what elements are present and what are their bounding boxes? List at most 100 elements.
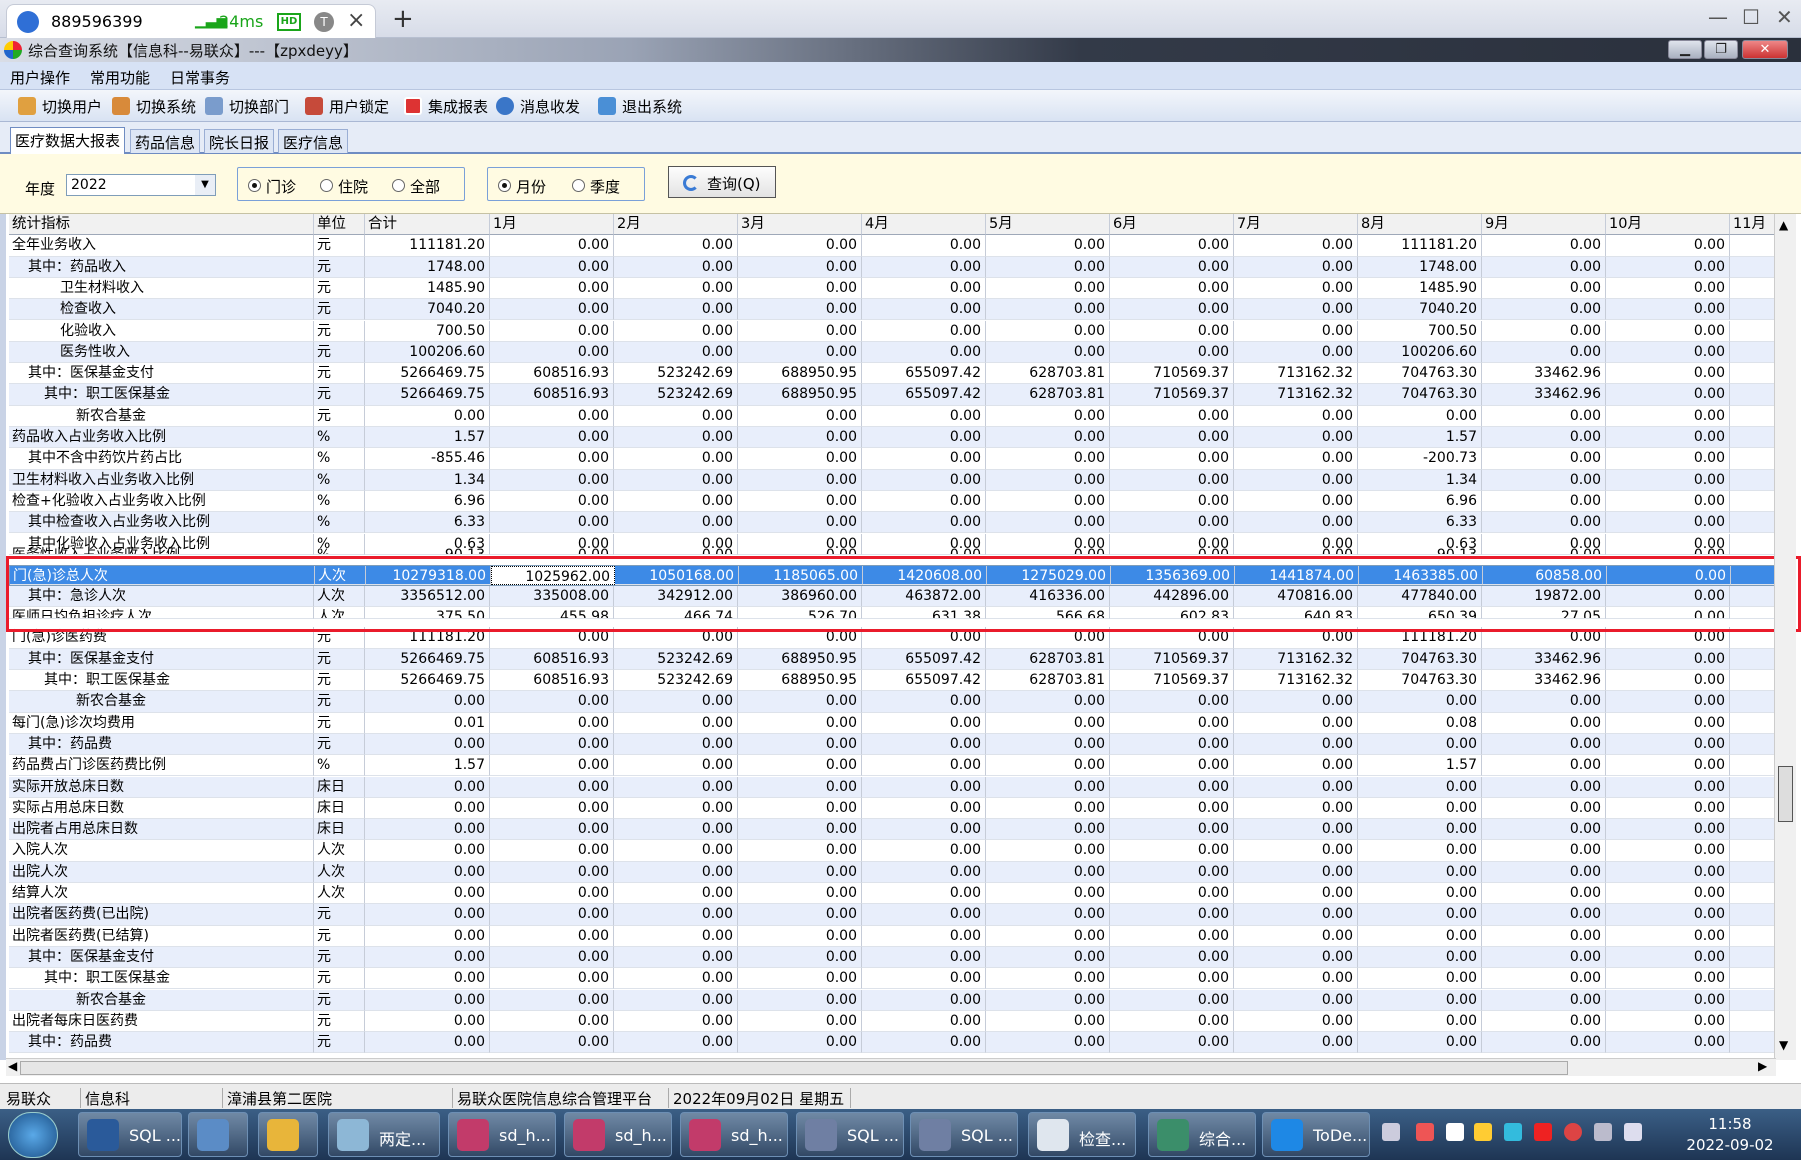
- menu-user-ops[interactable]: 用户操作: [10, 67, 70, 88]
- radio-outpatient[interactable]: 门诊: [248, 176, 296, 197]
- table-row[interactable]: 每门(急)诊次均费用元 0.01 0.00 0.00 0.00 0.00 0.00 0.00 0…: [9, 712, 1779, 734]
- app-restore-button[interactable]: ❐: [1704, 40, 1738, 59]
- tray-app-icon[interactable]: [1416, 1123, 1434, 1141]
- tab-director-daily[interactable]: 院长日报: [204, 129, 275, 153]
- table-row[interactable]: 结算人次 人次 0.00 0.00 0.00 0.00 0.00 0.00 0.00 0.00 0.…: [9, 883, 1779, 905]
- table-row[interactable]: 新农合基金元 0.00 0.00 0.00 0.00 0.00 0.00 0.00 0.00 0.…: [9, 691, 1779, 713]
- year-select[interactable]: 2022 ▼: [66, 174, 216, 196]
- sql-task-2[interactable]: SQL ...: [796, 1112, 904, 1157]
- table-row[interactable]: 药品收入占业务收入比例% 1.57 0.00 0.00 0.00 0.00 0.00 0.00…: [9, 427, 1779, 449]
- table-row[interactable]: 其中：药品收入元 1748.00 0.00 0.00 0.00 0.00 0.00 0.00 0…: [9, 256, 1779, 278]
- query-button[interactable]: 查询(Q): [668, 166, 776, 198]
- scroll-down-icon[interactable]: ▼: [1779, 1038, 1788, 1052]
- table-row[interactable]: 其中不含中药饮片药占比% -855.46 0.00 0.00 0.00 0.00 0.00 0…: [9, 448, 1779, 470]
- two-task[interactable]: 两定...: [328, 1112, 440, 1157]
- table-row[interactable]: 新农合基金元 0.00 0.00 0.00 0.00 0.00 0.00 0.00 0.00 0.…: [9, 989, 1779, 1011]
- tab-medical-info[interactable]: 医疗信息: [278, 129, 349, 153]
- scroll-up-icon[interactable]: ▲: [1779, 218, 1788, 232]
- keyboard-icon[interactable]: [1382, 1123, 1400, 1141]
- table-row[interactable]: 其中：职工医保基金元 0.00 0.00 0.00 0.00 0.00 0.00 0.00 0.…: [9, 968, 1779, 990]
- table-row[interactable]: 检查+化验收入占业务收入比例% 6.96 0.00 0.00 0.00 0.00 0.00 0…: [9, 490, 1779, 513]
- chrome-task[interactable]: 检查...: [1028, 1112, 1136, 1157]
- messages-button[interactable]: 消息收发: [496, 96, 580, 118]
- maximize-icon[interactable]: ☐: [1742, 5, 1760, 29]
- table-row[interactable]: 医师日均负担诊疗人次 人次 375.50 455.98 466.74 526.70 631.…: [9, 607, 1779, 620]
- table-row[interactable]: 实际占用总床日数 床日 0.00 0.00 0.00 0.00 0.00 0.00 0.00 0.…: [9, 797, 1779, 820]
- record-icon[interactable]: [1564, 1123, 1582, 1141]
- scroll-thumb[interactable]: [1778, 766, 1793, 822]
- row-value: 0.00: [738, 968, 862, 990]
- table-row[interactable]: 新农合基金元 0.00 0.00 0.00 0.00 0.00 0.00 0.00 0.00 0.…: [9, 405, 1779, 427]
- tab-drug-info[interactable]: 药品信息: [130, 129, 201, 153]
- menu-daily[interactable]: 日常事务: [170, 67, 230, 88]
- radio-month[interactable]: 月份: [498, 176, 546, 197]
- vertical-scrollbar[interactable]: ▲ ▼: [1774, 214, 1796, 1060]
- table-row[interactable]: 其中：药品费元 0.00 0.00 0.00 0.00 0.00 0.00 0.00 0.00 0…: [9, 733, 1779, 756]
- table-row[interactable]: 门(急)诊总人次 人次 10279318.00 1025962.00 1050168.0…: [9, 564, 1780, 587]
- table-row[interactable]: 卫生材料收入元 1485.90 0.00 0.00 0.00 0.00 0.00 0.00 0.…: [9, 277, 1779, 300]
- switch-dept-button[interactable]: 切换部门: [205, 96, 289, 118]
- table-row[interactable]: 医务性收入占业务收入比例% 90.13 0.00 0.00 0.00 0.00 0.00 0.…: [9, 544, 1779, 555]
- table-row[interactable]: 实际开放总床日数 床日 0.00 0.00 0.00 0.00 0.00 0.00 0.00 0.…: [9, 776, 1779, 798]
- table-row[interactable]: 全年业务收入元 111181.20 0.00 0.00 0.00 0.00 0.00 0.00…: [9, 235, 1779, 257]
- menu-common[interactable]: 常用功能: [90, 67, 150, 88]
- table-row[interactable]: 其中：药品费元 0.00 0.00 0.00 0.00 0.00 0.00 0.00 0.00 0…: [9, 1032, 1779, 1054]
- radio-all[interactable]: 全部: [392, 176, 440, 197]
- app-close-button[interactable]: ✕: [1742, 40, 1788, 59]
- cloud-icon[interactable]: [1504, 1123, 1522, 1141]
- sd-task-3[interactable]: sd_h...: [680, 1112, 788, 1157]
- radio-quarter[interactable]: 季度: [572, 176, 620, 197]
- shield-icon[interactable]: [1474, 1123, 1492, 1141]
- volume-icon[interactable]: [1624, 1123, 1642, 1141]
- tab-medical-report[interactable]: 医疗数据大报表: [10, 127, 126, 154]
- horizontal-scrollbar[interactable]: ◀ ▶: [6, 1058, 1776, 1076]
- close-tab-icon[interactable]: ×: [347, 8, 365, 33]
- table-row[interactable]: 门(急)诊医药费元 111181.20 0.00 0.00 0.00 0.00 0.00 0.…: [9, 627, 1779, 649]
- table-row[interactable]: 出院者占用总床日数 床日 0.00 0.00 0.00 0.00 0.00 0.00 0.00 0…: [9, 819, 1779, 841]
- hscroll-thumb[interactable]: [20, 1061, 1568, 1075]
- table-row[interactable]: 其中：职工医保基金元 5266469.75 608516.93 523242.69 68…: [9, 384, 1779, 406]
- table-row[interactable]: 化验收入元 700.50 0.00 0.00 0.00 0.00 0.00 0.00 0.00 7…: [9, 320, 1779, 342]
- sql-task[interactable]: SQL ...: [78, 1112, 182, 1157]
- row-value: 0.00: [1110, 755, 1234, 777]
- session-tab[interactable]: 889596399 ▁▃▅ 24ms HD T ×: [6, 4, 376, 38]
- table-row[interactable]: 检查收入元 7040.20 0.00 0.00 0.00 0.00 0.00 0.00 0.00…: [9, 299, 1779, 321]
- sd-task-1[interactable]: sd_h...: [448, 1112, 556, 1157]
- table-row[interactable]: 出院人次 人次 0.00 0.00 0.00 0.00 0.00 0.00 0.00 0.00 0.…: [9, 861, 1779, 883]
- report-button[interactable]: 集成报表: [404, 96, 488, 118]
- lock-user-button[interactable]: 用户锁定: [305, 96, 389, 118]
- radio-inpatient[interactable]: 住院: [320, 176, 368, 197]
- app-minimize-button[interactable]: ▁: [1668, 40, 1702, 59]
- table-row[interactable]: 医务性收入元 100206.60 0.00 0.00 0.00 0.00 0.00 0.00 0…: [9, 341, 1779, 364]
- table-row[interactable]: 出院者医药费(已结算) 元 0.00 0.00 0.00 0.00 0.00 0.00 0.00…: [9, 925, 1779, 947]
- remote-task[interactable]: [188, 1112, 248, 1157]
- start-button[interactable]: [8, 1112, 58, 1158]
- new-tab-icon[interactable]: +: [392, 4, 414, 34]
- table-row[interactable]: 出院者每床日医药费元 0.00 0.00 0.00 0.00 0.00 0.00 0.00 0.…: [9, 1010, 1779, 1033]
- input-icon[interactable]: [1446, 1123, 1464, 1141]
- table-row[interactable]: 卫生材料收入占业务收入比例% 1.34 0.00 0.00 0.00 0.00 0.00 0.…: [9, 469, 1779, 491]
- switch-user-button[interactable]: 切换用户: [18, 96, 102, 118]
- switch-system-button[interactable]: 切换系统: [112, 96, 196, 118]
- arrow-icon[interactable]: [1534, 1123, 1552, 1141]
- scroll-left-icon[interactable]: ◀: [8, 1059, 17, 1073]
- table-row[interactable]: 其中检查收入占业务收入比例% 6.33 0.00 0.00 0.00 0.00 0.00 0.…: [9, 512, 1779, 534]
- exit-button[interactable]: 退出系统: [598, 96, 682, 118]
- sd-task-2[interactable]: sd_h...: [564, 1112, 672, 1157]
- network-icon[interactable]: [1594, 1123, 1612, 1141]
- table-row[interactable]: 其中：职工医保基金元 5266469.75 608516.93 523242.69 68…: [9, 670, 1779, 692]
- table-row[interactable]: 其中：医保基金支付元 5266469.75 608516.93 523242.69 68…: [9, 363, 1779, 385]
- table-row[interactable]: 药品费占门诊医药费比例% 1.57 0.00 0.00 0.00 0.00 0.00 0.00…: [9, 755, 1779, 777]
- scroll-right-icon[interactable]: ▶: [1758, 1059, 1767, 1073]
- todesk-task[interactable]: ToDe...: [1262, 1112, 1370, 1157]
- table-row[interactable]: 其中：医保基金支付元 5266469.75 608516.93 523242.69 68…: [9, 648, 1779, 670]
- table-row[interactable]: 其中：急诊人次 人次 3356512.00 335008.00 342912.00 386…: [9, 586, 1779, 608]
- close-icon[interactable]: ✕: [1776, 5, 1793, 29]
- sql-file-task[interactable]: [258, 1112, 318, 1157]
- table-row[interactable]: 入院人次 人次 0.00 0.00 0.00 0.00 0.00 0.00 0.00 0.00 0.…: [9, 840, 1779, 862]
- minimize-icon[interactable]: —: [1708, 5, 1728, 29]
- app-task[interactable]: 综合...: [1148, 1112, 1256, 1157]
- table-row[interactable]: 出院者医药费(已出院) 元 0.00 0.00 0.00 0.00 0.00 0.00 0.00…: [9, 904, 1779, 926]
- sql-task-3[interactable]: SQL ...: [910, 1112, 1018, 1157]
- table-row[interactable]: 其中：医保基金支付元 0.00 0.00 0.00 0.00 0.00 0.00 0.00 0.…: [9, 946, 1779, 969]
